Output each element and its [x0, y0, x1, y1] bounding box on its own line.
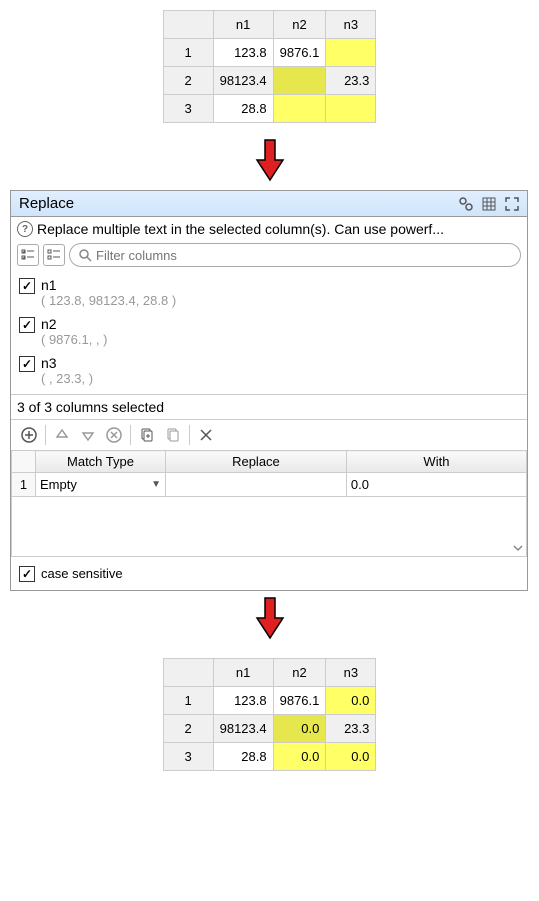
- checkbox[interactable]: ✓: [19, 278, 35, 294]
- rule-idx-header: [12, 451, 36, 473]
- move-up-button[interactable]: [50, 423, 74, 447]
- col-header-n1[interactable]: n1: [213, 11, 273, 39]
- cell[interactable]: 9876.1: [273, 687, 326, 715]
- arrow-down-icon: [0, 596, 539, 643]
- grid-button[interactable]: [478, 194, 500, 214]
- column-item-n1[interactable]: ✓ n1 ( 123.8, 98123.4, 28.8 ): [19, 273, 519, 312]
- column-name: n1: [41, 277, 176, 293]
- help-icon[interactable]: ?: [17, 221, 33, 237]
- column-preview: ( , 23.3, ): [41, 371, 93, 386]
- remove-button[interactable]: [102, 423, 126, 447]
- move-down-button[interactable]: [76, 423, 100, 447]
- help-row: ? Replace multiple text in the selected …: [11, 217, 527, 241]
- copy-button[interactable]: [135, 423, 159, 447]
- rule-idx: 1: [12, 473, 36, 497]
- case-sensitive-checkbox[interactable]: ✓: [19, 566, 35, 582]
- table-corner: [163, 659, 213, 687]
- column-preview: ( 9876.1, , ): [41, 332, 107, 347]
- rules-table: Match Type Replace With 1 Empty ▼: [11, 450, 527, 557]
- cell[interactable]: [326, 95, 376, 123]
- case-sensitive-label: case sensitive: [41, 566, 123, 581]
- match-type-value: Empty: [40, 477, 151, 492]
- column-item-n3[interactable]: ✓ n3 ( , 23.3, ): [19, 351, 519, 390]
- expand-button[interactable]: [501, 194, 523, 214]
- case-sensitive-row: ✓ case sensitive: [11, 557, 527, 590]
- rule-row[interactable]: 1 Empty ▼: [12, 473, 527, 497]
- col-header-n2[interactable]: n2: [273, 11, 326, 39]
- table-corner: [163, 11, 213, 39]
- col-header-n2[interactable]: n2: [273, 659, 326, 687]
- match-type-cell[interactable]: Empty ▼: [36, 473, 166, 497]
- rules-toolbar: [11, 420, 527, 450]
- table-after: n1 n2 n3 1 123.8 9876.1 0.0 2 98123.4 0.…: [163, 658, 377, 771]
- cell[interactable]: 9876.1: [273, 39, 326, 67]
- help-text: Replace multiple text in the selected co…: [37, 221, 444, 237]
- row-header[interactable]: 2: [163, 715, 213, 743]
- replace-input[interactable]: [166, 473, 346, 496]
- titlebar: Replace: [11, 191, 527, 217]
- match-type-header[interactable]: Match Type: [36, 451, 166, 473]
- cell[interactable]: 0.0: [273, 743, 326, 771]
- column-name: n2: [41, 316, 107, 332]
- row-header[interactable]: 3: [163, 95, 213, 123]
- cell[interactable]: 0.0: [326, 743, 376, 771]
- col-header-n1[interactable]: n1: [213, 659, 273, 687]
- cell[interactable]: 0.0: [273, 715, 326, 743]
- column-preview: ( 123.8, 98123.4, 28.8 ): [41, 293, 176, 308]
- search-icon: [78, 248, 92, 262]
- column-list: ✓ n1 ( 123.8, 98123.4, 28.8 ) ✓ n2 ( 987…: [11, 269, 527, 394]
- cell[interactable]: 28.8: [213, 743, 273, 771]
- column-item-n2[interactable]: ✓ n2 ( 9876.1, , ): [19, 312, 519, 351]
- cell[interactable]: 98123.4: [213, 67, 273, 95]
- paste-button[interactable]: [161, 423, 185, 447]
- replace-header[interactable]: Replace: [166, 451, 347, 473]
- cell[interactable]: 123.8: [213, 687, 273, 715]
- table-before: n1 n2 n3 1 123.8 9876.1 2 98123.4 23.3 3…: [163, 10, 377, 123]
- row-header[interactable]: 3: [163, 743, 213, 771]
- deselect-all-button[interactable]: [43, 244, 65, 266]
- settings-button[interactable]: [455, 194, 477, 214]
- dialog-title: Replace: [15, 195, 454, 212]
- row-header[interactable]: 1: [163, 39, 213, 67]
- cell[interactable]: [326, 39, 376, 67]
- chevron-down-icon[interactable]: [512, 542, 524, 554]
- cell[interactable]: 123.8: [213, 39, 273, 67]
- cell[interactable]: [273, 95, 326, 123]
- cell[interactable]: 98123.4: [213, 715, 273, 743]
- cell[interactable]: 28.8: [213, 95, 273, 123]
- replace-dialog: Replace ? Replace multiple text in the s…: [10, 190, 528, 591]
- column-name: n3: [41, 355, 93, 371]
- cell[interactable]: 0.0: [326, 687, 376, 715]
- with-input[interactable]: [347, 473, 526, 496]
- cell[interactable]: 23.3: [326, 67, 376, 95]
- dropdown-icon: ▼: [151, 479, 161, 490]
- filter-input[interactable]: [96, 248, 512, 263]
- cell[interactable]: [273, 67, 326, 95]
- row-header[interactable]: 1: [163, 687, 213, 715]
- select-all-button[interactable]: [17, 244, 39, 266]
- checkbox[interactable]: ✓: [19, 356, 35, 372]
- arrow-down-icon: [0, 138, 539, 185]
- filter-wrap: [69, 243, 521, 267]
- selection-status: 3 of 3 columns selected: [11, 394, 527, 420]
- checkbox[interactable]: ✓: [19, 317, 35, 333]
- col-header-n3[interactable]: n3: [326, 11, 376, 39]
- with-header[interactable]: With: [346, 451, 526, 473]
- cell[interactable]: 23.3: [326, 715, 376, 743]
- clear-button[interactable]: [194, 423, 218, 447]
- col-header-n3[interactable]: n3: [326, 659, 376, 687]
- filter-row: [11, 241, 527, 269]
- row-header[interactable]: 2: [163, 67, 213, 95]
- add-button[interactable]: [17, 423, 41, 447]
